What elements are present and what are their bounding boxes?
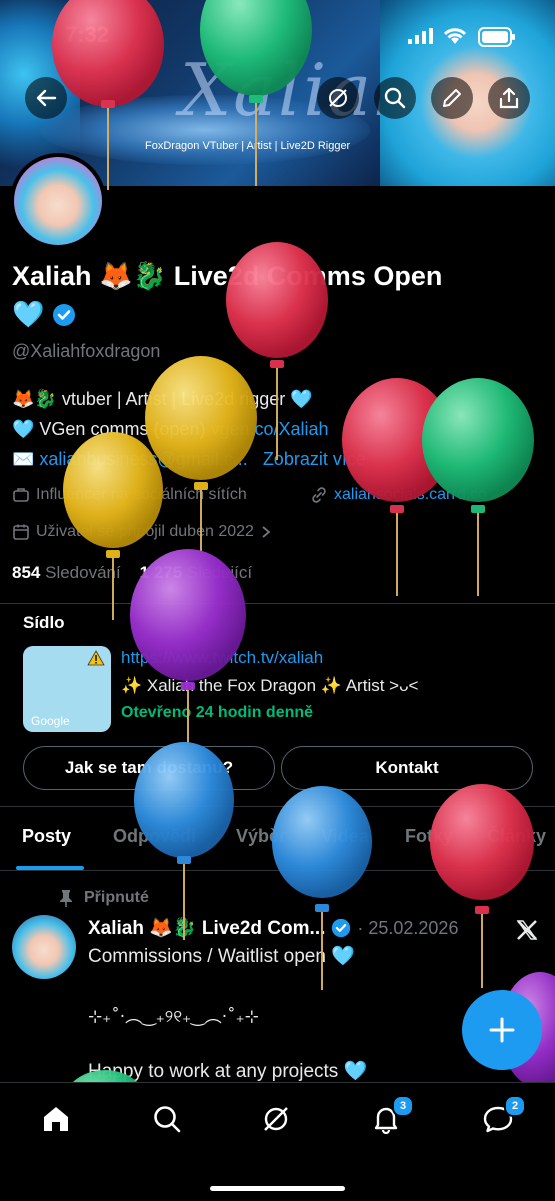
warning-icon — [87, 650, 105, 666]
vgen-link[interactable]: vgen.co/Xaliah — [210, 419, 328, 439]
messages-badge: 2 — [504, 1095, 526, 1117]
bio-line-1: 🦊🐉 vtuber | Artist | Live2d rigger 🩵 — [12, 389, 313, 409]
grok-icon — [264, 1107, 288, 1131]
pencil-icon — [443, 89, 461, 107]
grok-icon — [329, 89, 347, 107]
tab-photos[interactable]: Fotky — [405, 826, 453, 847]
compose-post-button[interactable] — [462, 990, 542, 1070]
website-row[interactable]: xaliahsocials.carrd.co — [310, 486, 487, 504]
divider — [0, 806, 555, 807]
balloon-red — [342, 378, 452, 502]
tweet-date: · 25.02.2026 — [357, 917, 459, 938]
divider — [0, 603, 555, 604]
link-icon — [312, 487, 326, 503]
notifications-badge: 3 — [392, 1095, 414, 1117]
signal-icon — [408, 28, 434, 48]
tweet-line-2: ⊹₊˚‧︵‿₊୨୧₊‿︵‧˚₊⊹ — [88, 1007, 259, 1027]
location-map[interactable]: Google — [23, 646, 111, 732]
website-link[interactable]: xaliahsocials.carrd.co — [334, 486, 487, 504]
search-icon — [384, 87, 406, 109]
nav-home[interactable] — [36, 1099, 76, 1139]
tweet-line-1: Commissions / Waitlist open 🩵 — [88, 946, 355, 967]
tab-articles[interactable]: Články — [487, 826, 546, 847]
chevron-right-icon — [262, 526, 271, 538]
share-icon — [499, 87, 519, 109]
arrow-left-icon — [36, 89, 57, 107]
category-text: Influencer na sociálních sítích — [36, 486, 247, 503]
joined-row[interactable]: Uživatel se připojil duben 2022 — [12, 523, 272, 541]
status-time: 7:32 — [65, 22, 110, 47]
bio-line-2-text: 🩵 VGen comms (open) — [12, 419, 211, 439]
tweet-header: Xaliah 🦊🐉 Live2d Com... · 25.02.2026 — [88, 916, 458, 940]
search-icon — [154, 1106, 181, 1133]
followers-count: 1 275 — [139, 563, 183, 582]
battery-icon — [478, 27, 516, 51]
location-heading: Sídlo — [23, 613, 65, 632]
mail-emoji: ✉️ — [12, 449, 40, 469]
nav-search[interactable] — [147, 1099, 187, 1139]
tab-replies[interactable]: Odpovědi — [113, 826, 196, 847]
show-more-link[interactable]: Zobrazit více — [263, 449, 366, 469]
tab-highlights[interactable]: Výběr — [236, 826, 286, 847]
briefcase-icon — [13, 488, 29, 502]
banner-subtitle: FoxDragon VTuber | Artist | Live2D Rigge… — [145, 140, 351, 152]
category-row: Influencer na sociálních sítích — [12, 486, 247, 504]
directions-button[interactable]: Jak se tam dostanu? — [23, 746, 275, 790]
nav-notifications[interactable]: 3 — [366, 1095, 414, 1139]
share-button[interactable] — [488, 77, 530, 119]
contact-button[interactable]: Kontakt — [281, 746, 533, 790]
profile-name: Xaliah 🦊🐉 Live2d Comms Open — [12, 261, 443, 291]
bio-line-2: 🩵 VGen comms (open) vgen.co/Xaliah — [12, 419, 329, 440]
home-indicator — [210, 1186, 345, 1191]
search-button[interactable] — [374, 77, 416, 119]
following-link[interactable]: 854 Sledování — [12, 563, 121, 582]
following-count: 854 — [12, 563, 41, 582]
back-button[interactable] — [25, 77, 67, 119]
verified-badge-icon — [53, 304, 76, 326]
verified-badge-icon — [332, 918, 351, 938]
plus-icon — [489, 1017, 515, 1043]
tweet-author[interactable]: Xaliah 🦊🐉 Live2d Com... — [88, 916, 325, 940]
grok-button[interactable] — [317, 77, 359, 119]
edit-button[interactable] — [431, 77, 473, 119]
email-link[interactable]: xaliahbusiness@gmail.c... — [39, 449, 247, 469]
bio-line-3: ✉️ xaliahbusiness@gmail.c... Zobrazit ví… — [12, 449, 366, 470]
profile-avatar[interactable] — [10, 153, 106, 249]
location-url[interactable]: https://www.twitch.tv/xaliah — [121, 648, 323, 668]
nav-grok[interactable] — [256, 1099, 296, 1139]
followers-label: Sledující — [186, 563, 253, 582]
map-google-label: Google — [31, 714, 70, 728]
pinned-label: Připnuté — [84, 889, 149, 906]
pin-icon — [60, 890, 72, 907]
profile-handle: @Xaliahfoxdragon — [12, 341, 161, 361]
x-logo-icon[interactable] — [515, 918, 539, 946]
tab-posts[interactable]: Posty — [22, 826, 71, 847]
tweet-avatar[interactable] — [12, 915, 76, 979]
tweet-line-3: Happy to work at any projects 🩵 — [88, 1061, 368, 1082]
pinned-row: Připnuté — [58, 889, 149, 907]
balloon-green — [422, 378, 534, 502]
name-emoji: 🩵 — [12, 300, 45, 330]
divider — [0, 870, 555, 871]
calendar-icon — [13, 524, 29, 540]
location-hours: Otevřeno 24 hodin denně — [121, 704, 314, 721]
wifi-icon — [442, 26, 468, 50]
nav-messages[interactable]: 2 — [478, 1095, 526, 1139]
follow-counts: 854 Sledování 1 275 Sledující — [12, 563, 252, 583]
following-label: Sledování — [45, 563, 121, 582]
bottom-navigation: 3 2 — [0, 1082, 555, 1201]
home-icon — [44, 1107, 68, 1131]
tab-videos[interactable]: Videa — [321, 826, 369, 847]
location-title: ✨ Xaliah the Fox Dragon ✨ Artist >ᴗ< — [121, 676, 419, 695]
followers-link[interactable]: 1 275 Sledující — [140, 563, 252, 582]
joined-text: Uživatel se připojil duben 2022 — [36, 523, 254, 540]
